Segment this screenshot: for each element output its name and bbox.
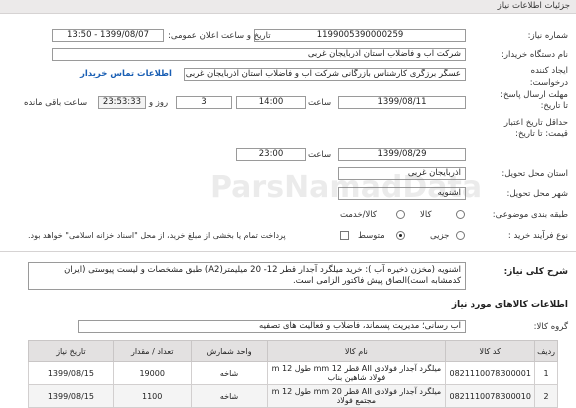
validity-date-field: 1399/08/29 <box>338 148 466 161</box>
process-type-label: نوع فرآیند خرید : <box>507 231 568 241</box>
need-number-label: شماره نیاز: <box>527 31 568 41</box>
buyer-org-field: شرکت آب و فاضلاب استان آذربایجان غربی <box>52 48 466 61</box>
delivery-province-label: استان محل تحویل: <box>501 169 568 179</box>
deadline-days-label: روز و <box>149 98 169 108</box>
requester-label-1: ایجاد کننده <box>530 66 568 76</box>
divider <box>0 251 576 252</box>
cell-code: 0821110078300010 <box>445 384 536 408</box>
category-radio-goods[interactable] <box>456 210 465 219</box>
table-header-row: ردیف کد کالا نام کالا واحد شمارش تعداد /… <box>28 340 558 362</box>
deadline-days-field: 3 <box>176 96 232 109</box>
cell-row: 1 <box>534 361 558 385</box>
deadline-time-field: 14:00 <box>236 96 306 109</box>
cell-qty: 1100 <box>112 384 192 408</box>
validity-label-1: حداقل تاریخ اعتبار <box>503 118 568 128</box>
process-radio-medium[interactable] <box>396 231 405 240</box>
description-field: اشنویه (مخزن ذخیره آب ): خرید میلگرد آجد… <box>28 262 466 290</box>
cell-row: 2 <box>534 384 558 408</box>
treasury-checkbox[interactable] <box>340 231 349 240</box>
deadline-date-field: 1399/08/11 <box>338 96 466 109</box>
process-option-minor: جزیی <box>430 231 450 241</box>
col-header-date: تاریخ نیاز <box>28 340 114 362</box>
table-row[interactable]: 1 0821110078300001 میلگرد آجدار فولادی A… <box>28 361 558 385</box>
delivery-city-label: شهر محل تحویل: <box>506 189 568 199</box>
treasury-checkbox-text: پرداخت تمام یا بخشی از مبلغ خرید، از محل… <box>28 231 286 240</box>
goods-table: ردیف کد کالا نام کالا واحد شمارش تعداد /… <box>28 340 558 408</box>
buyer-org-label: نام دستگاه خریدار: <box>501 50 568 60</box>
validity-time-label: ساعت <box>308 150 332 160</box>
col-header-name: نام کالا <box>266 340 447 362</box>
col-header-qty: تعداد / مقدار <box>112 340 192 362</box>
cell-qty: 19000 <box>112 361 192 385</box>
deadline-label-1: مهلت ارسال پاسخ: <box>500 90 568 100</box>
cell-unit: شاخه <box>190 384 268 408</box>
watermark: ParsNamadData <box>210 170 483 205</box>
page-header: جزئیات اطلاعات نیاز <box>0 0 576 14</box>
col-header-unit: واحد شمارش <box>190 340 268 362</box>
process-option-medium: متوسط <box>358 231 385 241</box>
remaining-time-label: ساعت باقی مانده <box>24 98 88 108</box>
need-number-field: 1199005390000259 <box>254 29 466 42</box>
cell-date: 1399/08/15 <box>28 384 114 408</box>
deadline-time-label: ساعت <box>308 98 332 108</box>
cell-date: 1399/08/15 <box>28 361 114 385</box>
buyer-contact-link[interactable]: اطلاعات تماس خریدار <box>80 69 172 79</box>
announce-datetime-label: تاریخ و ساعت اعلان عمومی: <box>168 31 271 41</box>
page-title: جزئیات اطلاعات نیاز <box>497 1 570 11</box>
remaining-time-field: 23:53:33 <box>98 96 146 109</box>
announce-datetime-field: 1399/08/07 - 13:50 <box>52 29 164 42</box>
category-radio-goods-service[interactable] <box>396 210 405 219</box>
description-label: شرح کلی نیاز: <box>503 267 568 277</box>
cell-code: 0821110078300001 <box>445 361 536 385</box>
col-header-row: ردیف <box>534 340 558 362</box>
category-label: طبقه بندی موضوعی: <box>492 210 568 220</box>
process-radio-minor[interactable] <box>456 231 465 240</box>
cell-name: میلگرد آجدار فولادی AII قطر 20 mm طول 12… <box>266 384 447 408</box>
cell-unit: شاخه <box>190 361 268 385</box>
category-option-goods: کالا <box>420 210 432 220</box>
goods-group-field: آب رسانی؛ مدیریت پسماند، فاضلاب و فعالیت… <box>78 320 466 333</box>
requester-label-2: درخواست: <box>529 78 568 88</box>
goods-group-label: گروه کالا: <box>533 322 568 332</box>
category-option-goods-service: کالا/خدمت <box>340 210 377 220</box>
requester-field: عسگر برزگری کارشناس بازرگانی شرکت آب و ف… <box>184 68 466 81</box>
cell-name: میلگرد آجدار فولادی AII قطر 12 mm طول 12… <box>266 361 447 385</box>
table-row[interactable]: 2 0821110078300010 میلگرد آجدار فولادی A… <box>28 384 558 408</box>
validity-time-field: 23:00 <box>236 148 306 161</box>
goods-section-title: اطلاعات کالاهای مورد نیاز <box>451 300 568 310</box>
validity-label-2: قیمت: تا تاریخ: <box>515 129 568 139</box>
deadline-label-2: تا تاریخ: <box>540 101 568 111</box>
col-header-code: کد کالا <box>445 340 536 362</box>
